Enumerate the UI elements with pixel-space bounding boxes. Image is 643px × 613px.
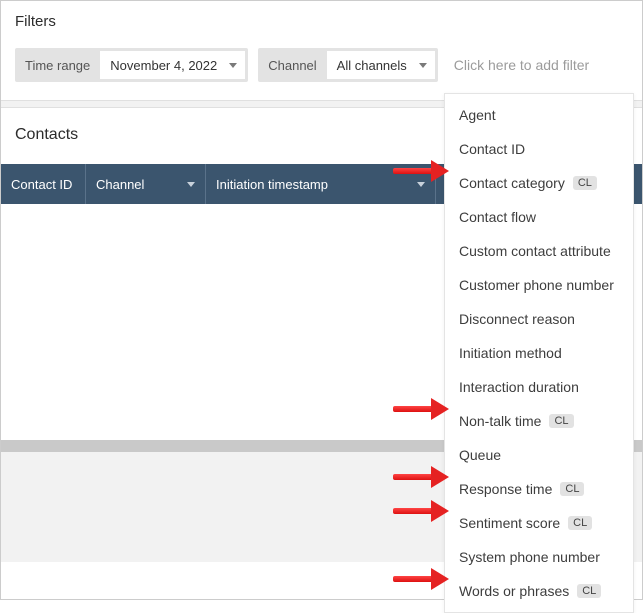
filter-option[interactable]: Custom contact attribute bbox=[445, 234, 633, 268]
filter-option[interactable]: Words or phrases CL bbox=[445, 574, 633, 608]
filters-panel: Filters Time range November 4, 2022 Chan… bbox=[1, 1, 642, 100]
filter-option[interactable]: Initiation method bbox=[445, 336, 633, 370]
cl-badge: CL bbox=[573, 176, 597, 190]
cl-badge: CL bbox=[577, 584, 601, 598]
filter-channel-value[interactable]: All channels bbox=[327, 51, 435, 79]
chevron-down-icon bbox=[229, 63, 237, 68]
filter-option[interactable]: Disconnect reason bbox=[445, 302, 633, 336]
filters-title: Filters bbox=[15, 13, 628, 30]
filter-option[interactable]: Agent bbox=[445, 98, 633, 132]
filter-option-label: Custom contact attribute bbox=[459, 243, 611, 259]
filter-row: Time range November 4, 2022 Channel All … bbox=[15, 48, 628, 82]
filter-option[interactable]: Non-talk time CL bbox=[445, 404, 633, 438]
filter-time-range-value[interactable]: November 4, 2022 bbox=[100, 51, 245, 79]
filter-option-label: Non-talk time bbox=[459, 413, 541, 429]
chevron-down-icon bbox=[187, 182, 195, 187]
column-initiation-label: Initiation timestamp bbox=[216, 177, 328, 192]
filter-option[interactable]: System phone number bbox=[445, 540, 633, 574]
callout-arrow-icon bbox=[393, 570, 449, 588]
filter-channel-value-text: All channels bbox=[337, 58, 407, 73]
cl-badge: CL bbox=[568, 516, 592, 530]
filter-option[interactable]: Customer phone number bbox=[445, 268, 633, 302]
filter-option-label: System phone number bbox=[459, 549, 600, 565]
filter-option[interactable]: Contact ID bbox=[445, 132, 633, 166]
filter-option-label: Contact category bbox=[459, 175, 565, 191]
filter-option[interactable]: Response time CL bbox=[445, 472, 633, 506]
column-channel-label: Channel bbox=[96, 177, 144, 192]
filter-option-label: Disconnect reason bbox=[459, 311, 575, 327]
cl-badge: CL bbox=[549, 414, 573, 428]
filter-option[interactable]: Contact category CL bbox=[445, 166, 633, 200]
filter-option-label: Customer phone number bbox=[459, 277, 614, 293]
filter-option-label: Initiation method bbox=[459, 345, 562, 361]
column-channel[interactable]: Channel bbox=[86, 164, 206, 204]
column-contact-id[interactable]: Contact ID bbox=[1, 164, 86, 204]
filter-channel-label: Channel bbox=[258, 48, 326, 82]
filter-option[interactable]: Queue bbox=[445, 438, 633, 472]
filter-option-label: Words or phrases bbox=[459, 583, 569, 599]
filter-channel[interactable]: Channel All channels bbox=[258, 48, 438, 82]
chevron-down-icon bbox=[417, 182, 425, 187]
add-filter-dropdown: AgentContact IDContact categoryCLContact… bbox=[444, 93, 634, 613]
column-initiation-timestamp[interactable]: Initiation timestamp bbox=[206, 164, 436, 204]
filter-option-label: Queue bbox=[459, 447, 501, 463]
column-contact-id-label: Contact ID bbox=[11, 177, 72, 192]
filter-option[interactable]: Contact flow bbox=[445, 200, 633, 234]
cl-badge: CL bbox=[560, 482, 584, 496]
filter-time-range-label: Time range bbox=[15, 48, 100, 82]
filter-option-label: Response time bbox=[459, 481, 552, 497]
add-filter-trigger[interactable]: Click here to add filter bbox=[448, 57, 589, 73]
filter-option-label: Agent bbox=[459, 107, 496, 123]
filter-option-label: Contact ID bbox=[459, 141, 525, 157]
filter-option-label: Interaction duration bbox=[459, 379, 579, 395]
filter-option[interactable]: Sentiment score CL bbox=[445, 506, 633, 540]
filter-option-label: Sentiment score bbox=[459, 515, 560, 531]
filter-option[interactable]: Interaction duration bbox=[445, 370, 633, 404]
filter-time-range-value-text: November 4, 2022 bbox=[110, 58, 217, 73]
chevron-down-icon bbox=[419, 63, 427, 68]
filter-option-label: Contact flow bbox=[459, 209, 536, 225]
filter-time-range[interactable]: Time range November 4, 2022 bbox=[15, 48, 248, 82]
